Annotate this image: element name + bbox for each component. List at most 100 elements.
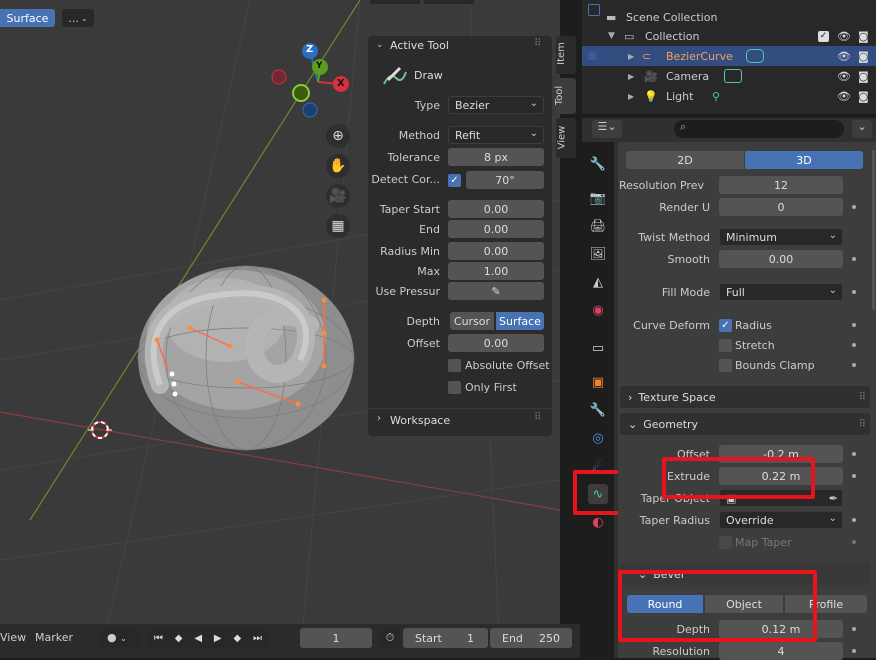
camera-render-icon[interactable]: ◙	[858, 30, 869, 43]
taper-start-field[interactable]: 0.00	[448, 200, 544, 218]
collection-icon[interactable]: ▭	[588, 338, 608, 358]
detect-corners-angle-field[interactable]: 70°	[466, 171, 544, 189]
jump-start-icon[interactable]: ⏮	[154, 633, 163, 644]
properties-scrollbar[interactable]	[872, 150, 875, 310]
editor-type-dropdown[interactable]: ☰⌄	[592, 120, 622, 138]
next-keyframe-icon[interactable]: ◆	[233, 633, 241, 644]
drag-grip-icon[interactable]: ⠿	[859, 392, 866, 403]
keyframe-dot[interactable]	[852, 363, 856, 367]
outliner-row-scene-collection[interactable]: ▬ Scene Collection	[582, 7, 876, 27]
eye-icon[interactable]: 👁	[837, 70, 851, 83]
keyframe-dot[interactable]	[852, 540, 856, 544]
keyframe-dot[interactable]	[852, 343, 856, 347]
depth-cursor-button[interactable]: Cursor	[450, 312, 494, 330]
only-first-checkbox[interactable]	[448, 381, 461, 394]
tool-settings-icon[interactable]: 🔧	[588, 154, 608, 174]
render-icon[interactable]: 📷	[588, 188, 608, 208]
play-icon[interactable]: ▶	[214, 633, 222, 644]
drag-grip-icon[interactable]: ⠿	[534, 38, 541, 49]
eyedropper-icon[interactable]: ✒	[829, 492, 838, 505]
smooth-field[interactable]: 0.00	[719, 250, 843, 268]
keyframe-dot[interactable]	[852, 205, 856, 209]
keyframe-type-dropdown[interactable]: ● ⌄	[101, 628, 139, 648]
keyframe-dot[interactable]	[852, 518, 856, 522]
scene-icon[interactable]: ◭	[588, 272, 608, 292]
pressure-pen-icon[interactable]: ✎	[448, 282, 544, 300]
chevron-down-icon[interactable]: ⌄	[376, 40, 384, 50]
bounds-clamp-checkbox[interactable]	[719, 359, 732, 372]
texture-space-section-header[interactable]: › Texture Space ⠿	[620, 386, 870, 408]
taper-radius-dropdown[interactable]: Override ⌄	[719, 511, 843, 529]
keyframe-dot[interactable]	[852, 474, 856, 478]
keyframe-dot[interactable]	[852, 452, 856, 456]
checkbox-checked-icon[interactable]: ✓	[818, 30, 829, 42]
modifier-wrench-icon[interactable]: 🔧	[588, 400, 608, 420]
outliner-row-light[interactable]: ▶ 💡 Light ⚲ 👁 ◙	[582, 86, 876, 106]
render-u-field[interactable]: 0	[719, 198, 843, 216]
world-icon[interactable]: ◉	[588, 300, 608, 320]
camera-render-icon[interactable]: ◙	[858, 90, 869, 103]
drag-grip-icon[interactable]: ⠿	[859, 419, 866, 430]
mode-surface-button[interactable]: Surface	[0, 9, 55, 27]
eye-icon[interactable]: 👁	[837, 90, 851, 103]
jump-end-icon[interactable]: ⏭	[253, 633, 262, 644]
keyframe-dot[interactable]	[852, 627, 856, 631]
tolerance-field[interactable]: 8 px	[448, 148, 544, 166]
type-dropdown[interactable]: Bezier ⌄	[448, 96, 544, 114]
outliner-row-camera[interactable]: ▶ 🎥 Camera 👁 ◙	[582, 66, 876, 86]
dimension-3d-button[interactable]: 3D	[745, 151, 863, 169]
radius-max-field[interactable]: 1.00	[448, 262, 544, 280]
method-dropdown[interactable]: Refit ⌄	[448, 126, 544, 144]
drag-grip-icon[interactable]: ⠿	[534, 412, 541, 423]
tab-view[interactable]: View	[556, 118, 576, 158]
resolution-preview-field[interactable]: 12	[719, 176, 843, 194]
material-icon[interactable]: ◐	[588, 512, 608, 532]
twist-method-dropdown[interactable]: Minimum ⌄	[719, 228, 843, 246]
map-taper-checkbox[interactable]	[719, 536, 732, 549]
start-frame-field[interactable]: Start 1	[403, 628, 488, 648]
keyframe-dot[interactable]	[852, 649, 856, 653]
camera-render-icon[interactable]: ◙	[858, 70, 869, 83]
view-layer-icon[interactable]: 🖼	[588, 244, 608, 264]
marker-menu[interactable]: Marker	[35, 631, 73, 644]
stopwatch-icon[interactable]: ⏱	[380, 628, 400, 648]
tab-item[interactable]: Item	[556, 36, 576, 74]
keyframe-dot[interactable]	[852, 323, 856, 327]
absolute-offset-checkbox[interactable]	[448, 359, 461, 372]
eye-icon[interactable]: 👁	[837, 30, 851, 43]
eye-icon[interactable]: 👁	[837, 50, 851, 63]
radius-min-field[interactable]: 0.00	[448, 242, 544, 260]
workspace-section-header[interactable]: › Workspace ⠿	[368, 408, 552, 430]
view-menu[interactable]: View	[0, 631, 26, 644]
properties-search-input[interactable]: ⌕	[674, 120, 844, 138]
fill-mode-dropdown[interactable]: Full ⌄	[719, 283, 843, 301]
zoom-icon[interactable]: ⊕	[326, 124, 350, 148]
options-dropdown[interactable]: ⌄	[852, 120, 872, 138]
play-reverse-icon[interactable]: ◀	[194, 633, 202, 644]
camera-render-icon[interactable]: ◙	[858, 50, 869, 63]
keyframe-dot[interactable]	[852, 290, 856, 294]
current-frame-field[interactable]: 1	[300, 628, 372, 648]
outliner-row-beziercurve[interactable]: ⊞ ▶ ⊂ BezierCurve 👁 ◙	[582, 46, 876, 66]
output-icon[interactable]: 🖨	[588, 216, 608, 236]
dimension-2d-button[interactable]: 2D	[626, 151, 744, 169]
radius-checkbox[interactable]: ✓	[719, 319, 732, 332]
particles-icon[interactable]: ◎	[588, 428, 608, 448]
header-dropdown[interactable]: ... ⌄	[62, 9, 94, 27]
object-icon[interactable]: ▣	[588, 372, 608, 392]
pan-hand-icon[interactable]: ✋	[326, 154, 350, 178]
3d-viewport[interactable]: Z Y X Surface ... ⌄ ⊕ ✋ 🎥 ▦ ⌄ Active Tool…	[0, 0, 560, 658]
outliner-row-collection[interactable]: ▼ ▭ Collection ✓ 👁 ◙	[582, 26, 876, 46]
detect-corners-checkbox[interactable]: ✓	[448, 174, 461, 187]
taper-end-field[interactable]: 0.00	[448, 220, 544, 238]
camera-view-icon[interactable]: 🎥	[326, 184, 350, 208]
prev-keyframe-icon[interactable]: ◆	[175, 633, 183, 644]
keyframe-dot[interactable]	[852, 257, 856, 261]
active-tool-title[interactable]: Active Tool	[390, 39, 449, 52]
ortho-grid-icon[interactable]: ▦	[326, 214, 350, 238]
end-frame-field[interactable]: End 250	[490, 628, 572, 648]
tab-tool[interactable]: Tool	[554, 78, 576, 114]
geometry-section-header[interactable]: ⌄ Geometry ⠿	[620, 413, 870, 435]
offset-field[interactable]: 0.00	[448, 334, 544, 352]
depth-surface-button[interactable]: Surface	[496, 312, 544, 330]
